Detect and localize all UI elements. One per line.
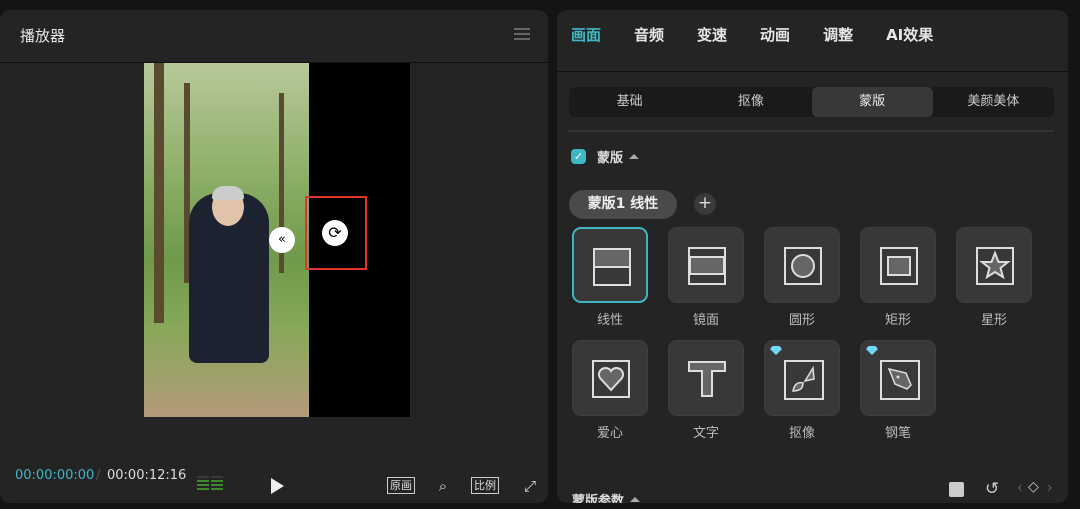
tab-ai-effects[interactable]: AI效果	[886, 24, 933, 45]
menu-icon[interactable]	[514, 28, 530, 40]
mask-shape-label: 星形	[980, 313, 1007, 328]
invert-mask-icon[interactable]	[949, 482, 964, 497]
duration: 00:00:12:16	[107, 468, 187, 483]
tab-adjust[interactable]: 调整	[823, 24, 853, 45]
mask-section-label: 蒙版	[597, 151, 624, 166]
star-icon	[976, 247, 1014, 285]
mask-shape-label: 线性	[596, 313, 623, 328]
next-keyframe-icon[interactable]: ›	[1047, 480, 1053, 496]
mask-item-pill[interactable]: 蒙版1 线性	[569, 190, 677, 219]
mask-shape-rectangle[interactable]	[860, 227, 936, 303]
mask-shape-label: 钢笔	[884, 426, 911, 441]
mask-shape-text[interactable]	[668, 340, 744, 416]
subtab-cutout[interactable]: 抠像	[690, 87, 811, 117]
add-mask-button[interactable]: +	[694, 193, 716, 215]
mask-shape-heart[interactable]	[572, 340, 648, 416]
ratio-button[interactable]: 比例	[471, 477, 499, 494]
original-quality-button[interactable]: 原画	[387, 477, 415, 494]
audio-meter-icon	[197, 476, 223, 492]
mask-shape-cutout[interactable]	[764, 340, 840, 416]
mask-shape-label: 镜面	[692, 313, 719, 328]
subtab-mask[interactable]: 蒙版	[811, 87, 933, 117]
heart-icon	[592, 360, 630, 398]
mask-shape-label: 爱心	[596, 426, 623, 441]
reset-icon[interactable]: ↺	[985, 479, 999, 499]
fullscreen-icon[interactable]: ⤢	[520, 476, 540, 496]
inspector-panel: 画面 音频 变速 动画 调整 AI效果 基础 抠像 蒙版 美颜美体 ✓ 蒙版 蒙…	[557, 10, 1068, 503]
divider	[557, 71, 1068, 72]
player-panel: 播放器 « ⟳ 00:00:00:00 / 00:00:12:16 原画 ⌕ 比…	[0, 10, 548, 503]
mask-params-label: 蒙版参数	[572, 494, 625, 503]
mask-shape-label: 圆形	[788, 313, 815, 328]
player-title: 播放器	[20, 27, 66, 45]
tab-speed[interactable]: 变速	[697, 24, 727, 45]
tab-picture[interactable]: 画面	[571, 24, 601, 45]
linear-icon	[593, 248, 631, 286]
pen-icon	[880, 360, 920, 400]
time-separator: /	[96, 468, 101, 483]
keyframe-icon[interactable]: ◇	[1028, 479, 1039, 495]
mask-shape-label: 抠像	[788, 426, 815, 441]
text-icon	[688, 361, 726, 397]
video-preview[interactable]: « ⟳	[144, 63, 410, 417]
tab-animation[interactable]: 动画	[760, 24, 790, 45]
highlight-box	[305, 196, 367, 270]
feather-icon[interactable]: «	[269, 227, 295, 253]
mask-shape-star[interactable]	[956, 227, 1032, 303]
premium-diamond-icon	[770, 346, 782, 355]
cutout-icon	[784, 360, 824, 400]
collapse-caret-icon[interactable]	[630, 497, 641, 502]
divider	[569, 130, 1054, 132]
play-icon[interactable]	[271, 478, 284, 494]
mask-shape-pen[interactable]	[860, 340, 936, 416]
current-time: 00:00:00:00	[15, 468, 95, 483]
mirror-icon	[688, 247, 726, 285]
collapse-caret-icon[interactable]	[629, 154, 640, 159]
subtab-basic[interactable]: 基础	[569, 87, 690, 117]
premium-diamond-icon	[866, 346, 878, 355]
zoom-fit-icon[interactable]: ⌕	[433, 476, 453, 496]
mask-shape-label: 矩形	[884, 313, 911, 328]
rectangle-icon	[880, 247, 918, 285]
mask-shape-mirror[interactable]	[668, 227, 744, 303]
subtab-bar: 基础 抠像 蒙版 美颜美体	[569, 87, 1054, 117]
circle-icon	[784, 247, 822, 285]
mask-shape-linear[interactable]	[572, 227, 648, 303]
tab-audio[interactable]: 音频	[634, 24, 664, 45]
subtab-beauty[interactable]: 美颜美体	[933, 87, 1054, 117]
mask-shape-circle[interactable]	[764, 227, 840, 303]
mask-shape-label: 文字	[692, 426, 719, 441]
prev-keyframe-icon[interactable]: ‹	[1017, 480, 1023, 496]
mask-checkbox[interactable]: ✓	[571, 149, 586, 164]
